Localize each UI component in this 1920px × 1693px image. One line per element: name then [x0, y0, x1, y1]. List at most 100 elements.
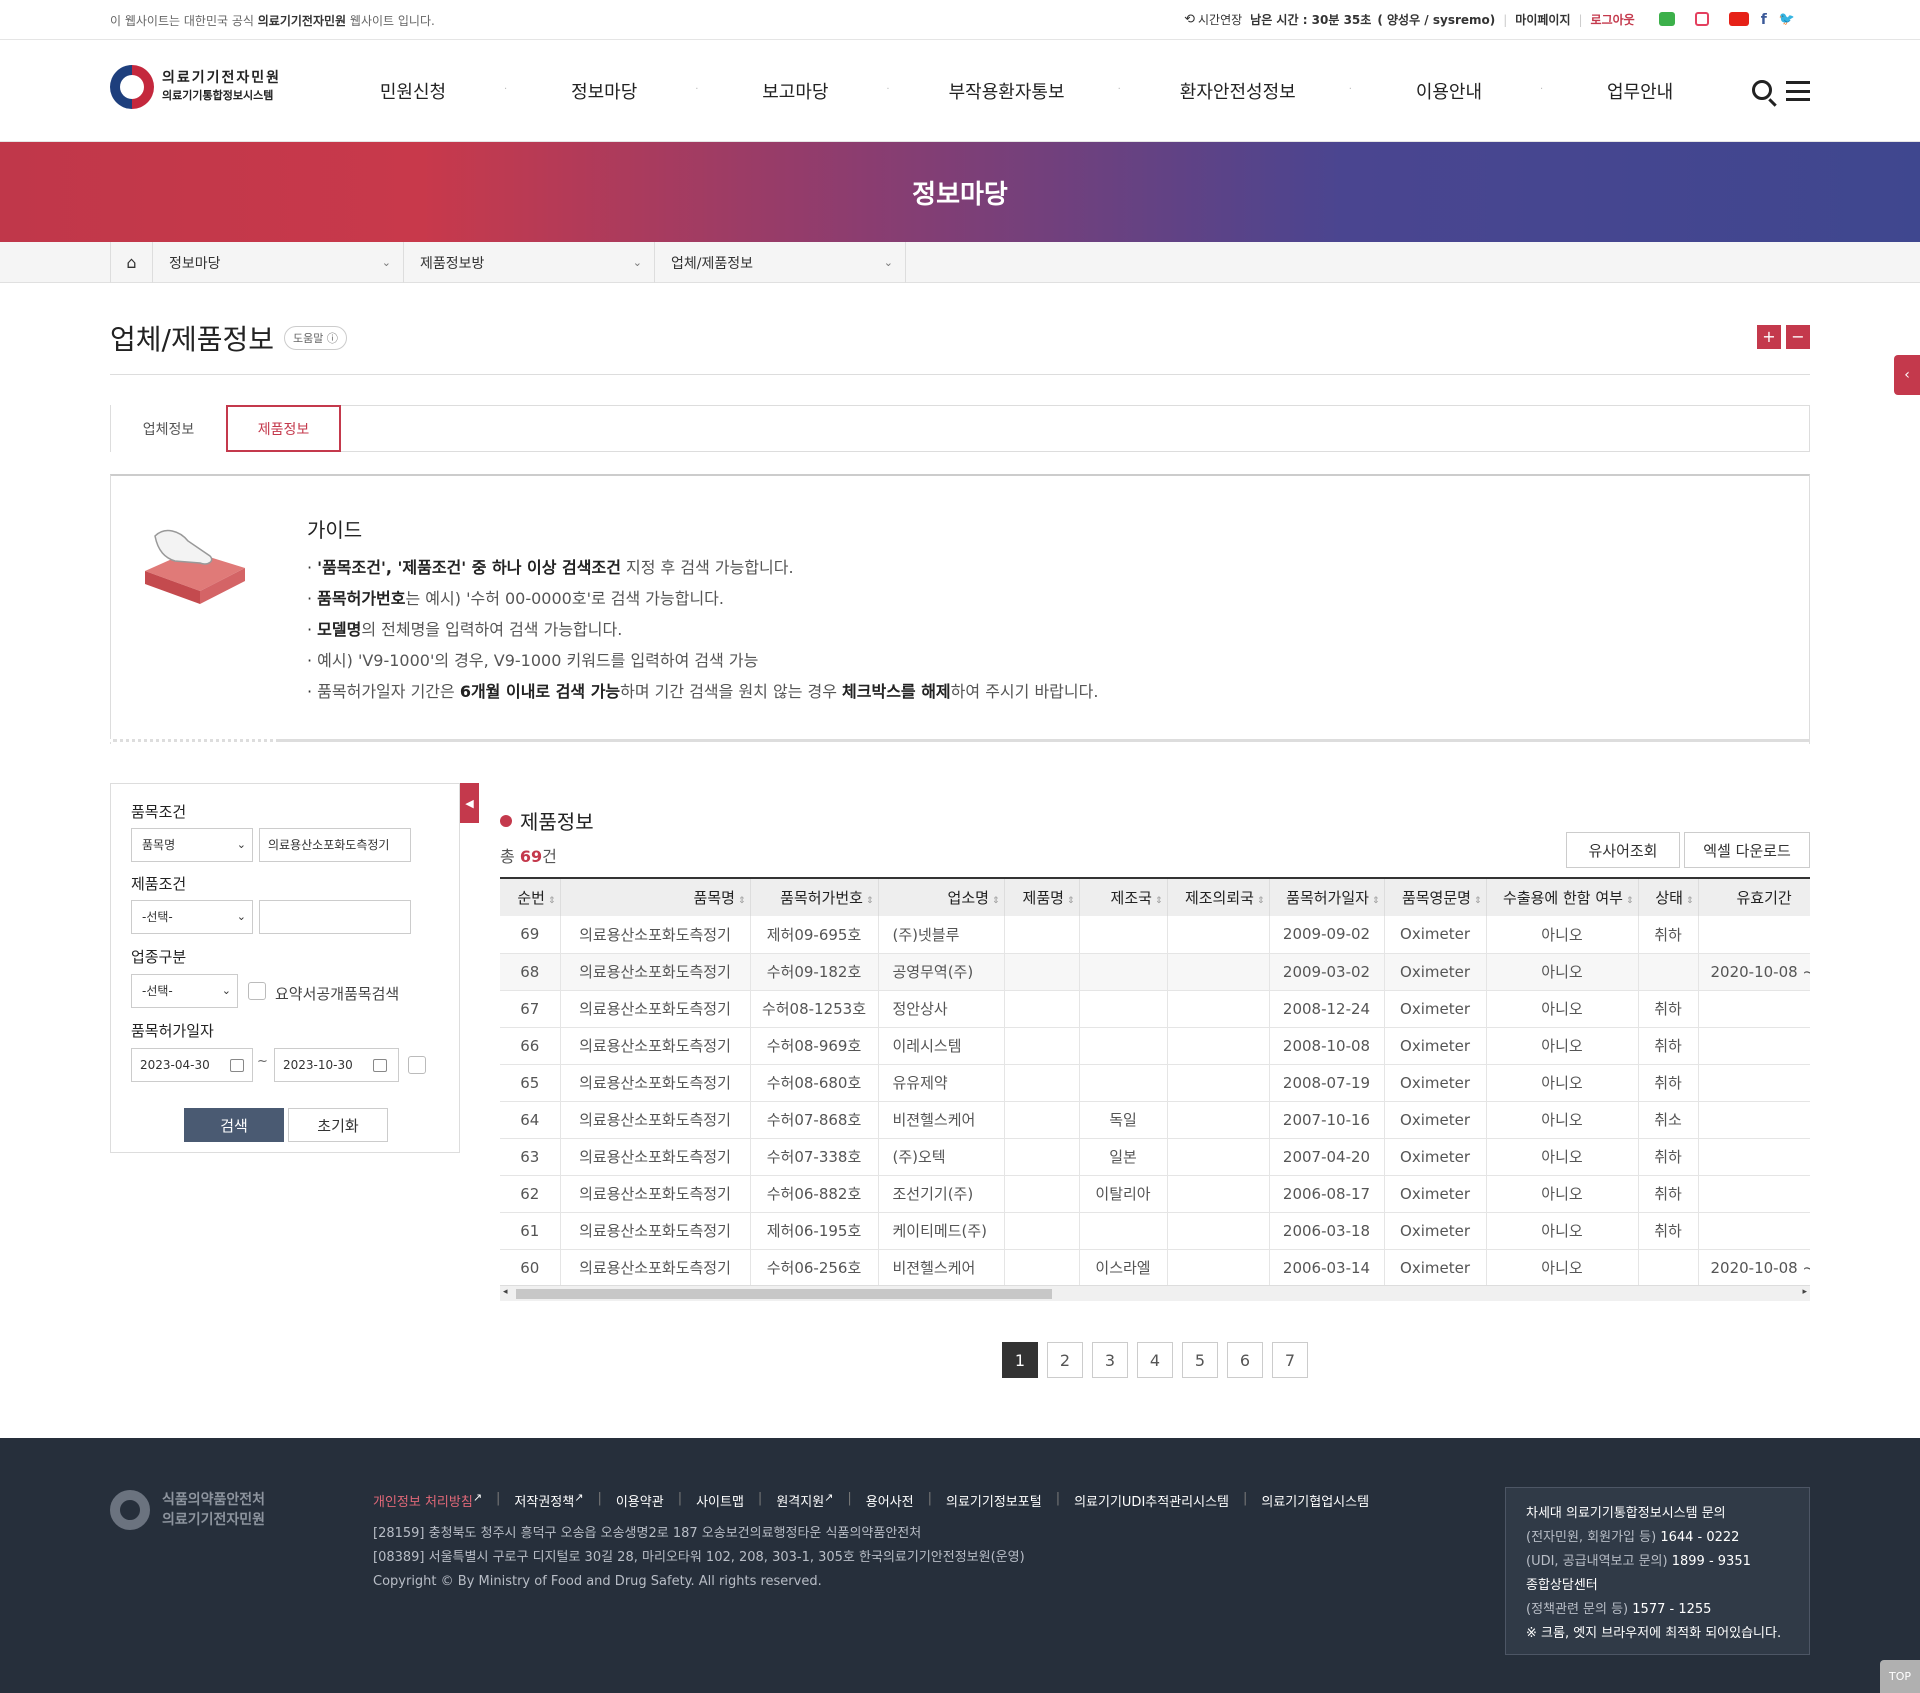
search-icon[interactable] — [1752, 80, 1772, 100]
nav-civil-petition[interactable]: 민원신청 — [358, 78, 468, 104]
industry-select[interactable]: -선택- ⌄ — [131, 974, 238, 1008]
date-from-input[interactable]: 2023-04-30 — [131, 1048, 253, 1082]
footer-link[interactable]: 의료기기협업시스템 — [1261, 1491, 1369, 1510]
column-header[interactable]: 품목허가일자 ⇕ — [1269, 879, 1385, 916]
mypage-link[interactable]: 마이페이지 — [1515, 11, 1570, 28]
scrollbar-thumb[interactable] — [516, 1289, 1052, 1299]
sort-icon[interactable]: ⇕ — [548, 896, 556, 906]
excel-download-button[interactable]: 엑셀 다운로드 — [1684, 832, 1810, 868]
collapse-filter-button[interactable]: ◀ — [460, 783, 479, 823]
footer-link[interactable]: 개인정보 처리방침 — [373, 1491, 473, 1510]
home-icon[interactable]: ⌂ — [110, 242, 153, 283]
item-name-input[interactable]: 의료용산소포화도측정기 — [259, 828, 411, 862]
footer-link[interactable]: 의료기기정보포털 — [946, 1491, 1042, 1510]
sort-icon[interactable]: ⇕ — [1372, 896, 1380, 906]
footer-link[interactable]: 저작권정책 — [514, 1491, 574, 1510]
font-decrease-button[interactable]: − — [1786, 325, 1810, 349]
page-button[interactable]: 4 — [1137, 1342, 1173, 1378]
table-row[interactable]: 66 의료용산소포화도측정기 수허08-969호 이레시스템 2008-10-08 Oxi… — [500, 1027, 1810, 1065]
column-header[interactable]: 업소명 ⇕ — [878, 879, 1005, 916]
nav-patient-safety[interactable]: 환자안전성정보 — [1153, 78, 1323, 104]
nav-business-guide[interactable]: 업무안내 — [1585, 78, 1695, 104]
column-header[interactable]: 제조의뢰국 ⇕ — [1167, 879, 1270, 916]
column-header[interactable]: 순번 ⇕ — [500, 879, 561, 916]
date-filter-checkbox[interactable] — [408, 1056, 426, 1074]
column-header[interactable]: 품목영문명 ⇕ — [1384, 879, 1487, 916]
address-line-2: [08389] 서울특별시 구로구 디지털로 30길 28, 마리오타워 102… — [373, 1550, 1025, 1565]
sort-icon[interactable]: ⇕ — [738, 896, 746, 906]
table-row[interactable]: 64 의료용산소포화도측정기 수허07-868호 비젼헬스케어 독일 2007-10-16… — [500, 1101, 1810, 1139]
similar-term-button[interactable]: 유사어조회 — [1566, 832, 1680, 868]
item-condition-select[interactable]: 품목명 ⌄ — [131, 828, 253, 862]
footer-link[interactable]: 용어사전 — [866, 1491, 914, 1510]
calendar-icon[interactable] — [373, 1059, 387, 1072]
date-to-input[interactable]: 2023-10-30 — [274, 1048, 399, 1082]
summary-public-checkbox[interactable] — [248, 982, 266, 1000]
breadcrumb-level-1[interactable]: 정보마당 ⌄ — [153, 242, 404, 283]
nav-info[interactable]: 정보마당 — [549, 78, 659, 104]
column-header[interactable]: 제품명 ⇕ — [1004, 879, 1080, 916]
tab-product-info[interactable]: 제품정보 — [226, 405, 341, 452]
youtube-icon[interactable] — [1728, 11, 1749, 26]
sort-icon[interactable]: ⇕ — [1257, 896, 1265, 906]
instagram-icon[interactable] — [1694, 11, 1709, 26]
table-row[interactable]: 69 의료용산소포화도측정기 제허09-695호 (주)넷블루 2009-09-02 Ox… — [500, 916, 1810, 954]
horizontal-scrollbar[interactable]: ◂ ▸ — [500, 1285, 1810, 1301]
table-row[interactable]: 67 의료용산소포화도측정기 수허08-1253호 정안상사 2008-12-24 Oxi… — [500, 990, 1810, 1028]
table-row[interactable]: 60 의료용산소포화도측정기 수허06-256호 비젼헬스케어 이스라엘 2006-03-… — [500, 1249, 1810, 1287]
page-button[interactable]: 1 — [1002, 1342, 1038, 1378]
quick-menu-toggle[interactable]: ‹ — [1894, 355, 1920, 395]
talk-icon[interactable] — [1658, 11, 1675, 26]
sort-icon[interactable]: ⇕ — [1474, 896, 1482, 906]
reset-button[interactable]: 초기화 — [288, 1108, 388, 1142]
facebook-icon[interactable]: f — [1761, 12, 1767, 28]
table-row[interactable]: 68 의료용산소포화도측정기 수허09-182호 공영무역(주) 2009-03-02 O… — [500, 953, 1810, 991]
twitter-icon[interactable]: 🐦 — [1779, 12, 1795, 28]
sort-icon[interactable]: ⇕ — [866, 896, 874, 906]
page-button[interactable]: 5 — [1182, 1342, 1218, 1378]
column-header[interactable]: 제조국 ⇕ — [1079, 879, 1168, 916]
sort-icon[interactable]: ⇕ — [1155, 896, 1163, 906]
scroll-right-icon[interactable]: ▸ — [1802, 1287, 1807, 1297]
sort-icon[interactable]: ⇕ — [1686, 896, 1694, 906]
footer-link[interactable]: 의료기기UDI추적관리시스템 — [1074, 1491, 1229, 1510]
tab-company-info[interactable]: 업체정보 — [111, 405, 226, 452]
product-condition-select[interactable]: -선택- ⌄ — [131, 900, 253, 934]
column-header[interactable]: 유효기간 — [1698, 879, 1810, 916]
sort-icon[interactable]: ⇕ — [1067, 896, 1075, 906]
table-row[interactable]: 65 의료용산소포화도측정기 수허08-680호 유유제약 2008-07-19 Oxim… — [500, 1064, 1810, 1102]
footer-link[interactable]: 이용약관 — [616, 1491, 664, 1510]
breadcrumb-level-3[interactable]: 업체/제품정보 ⌄ — [655, 242, 906, 283]
nav-adverse-event[interactable]: 부작용환자통보 — [922, 78, 1092, 104]
column-header[interactable]: 수출용에 한함 여부 ⇕ — [1486, 879, 1639, 916]
nav-usage-guide[interactable]: 이용안내 — [1394, 78, 1504, 104]
hamburger-menu-icon[interactable] — [1786, 81, 1810, 101]
table-row[interactable]: 63 의료용산소포화도측정기 수허07-338호 (주)오텍 일본 2007-04-20 O… — [500, 1138, 1810, 1176]
table-cell — [1079, 1027, 1168, 1065]
footer-link[interactable]: 사이트맵 — [696, 1491, 744, 1510]
breadcrumb-level-2[interactable]: 제품정보방 ⌄ — [404, 242, 655, 283]
extend-session-link[interactable]: 시간연장 — [1198, 11, 1242, 28]
site-logo[interactable]: 의료기기전자민원 의료기기통합정보시스템 — [110, 65, 281, 109]
font-increase-button[interactable]: + — [1757, 325, 1781, 349]
column-header[interactable]: 품목허가번호 ⇕ — [750, 879, 879, 916]
help-button[interactable]: 도움말 ⓘ — [284, 326, 347, 350]
page-button[interactable]: 2 — [1047, 1342, 1083, 1378]
footer-link[interactable]: 원격지원 — [776, 1491, 824, 1510]
search-button[interactable]: 검색 — [184, 1108, 284, 1142]
sort-icon[interactable]: ⇕ — [1626, 896, 1634, 906]
table-row[interactable]: 62 의료용산소포화도측정기 수허06-882호 조선기기(주) 이탈리아 2006-08… — [500, 1175, 1810, 1213]
sort-icon[interactable]: ⇕ — [992, 896, 1000, 906]
logout-link[interactable]: 로그아웃 — [1591, 11, 1635, 28]
table-row[interactable]: 61 의료용산소포화도측정기 제허06-195호 케이티메드(주) 2006-03-18… — [500, 1212, 1810, 1250]
calendar-icon[interactable] — [230, 1059, 244, 1072]
column-header[interactable]: 상태 ⇕ — [1638, 879, 1699, 916]
page-button[interactable]: 3 — [1092, 1342, 1128, 1378]
product-condition-input[interactable] — [259, 900, 411, 934]
nav-report[interactable]: 보고마당 — [740, 78, 850, 104]
column-header[interactable]: 품목명 ⇕ — [560, 879, 751, 916]
scroll-top-button[interactable]: TOP — [1880, 1660, 1920, 1693]
scroll-left-icon[interactable]: ◂ — [503, 1287, 508, 1297]
page-button[interactable]: 7 — [1272, 1342, 1308, 1378]
page-button[interactable]: 6 — [1227, 1342, 1263, 1378]
